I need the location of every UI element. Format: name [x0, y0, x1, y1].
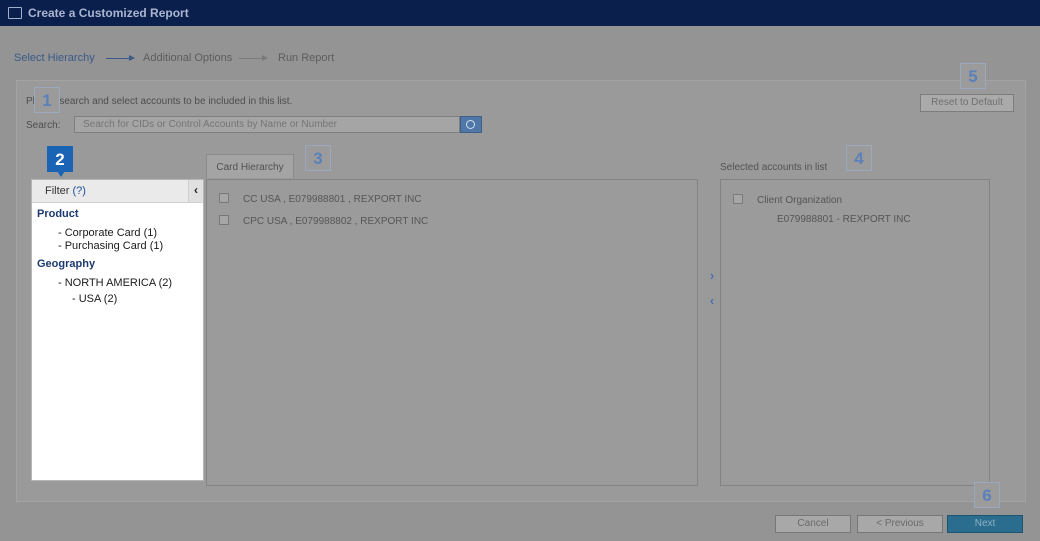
filter-panel: Filter (?) ‹ Product - Corporate Card (1… [31, 179, 204, 481]
hierarchy-row-label: CPC USA , E079988802 , REXPORT INC [243, 216, 429, 227]
row-checkbox[interactable] [219, 215, 229, 225]
selected-org-label: Client Organization [757, 195, 843, 206]
tab-card-hierarchy[interactable]: Card Hierarchy [206, 154, 294, 178]
facet-item-north-america[interactable]: - NORTH AMERICA (2) [58, 277, 172, 289]
add-to-list-button[interactable]: › [706, 269, 718, 283]
filter-title-text: Filter [45, 185, 70, 197]
hierarchy-row[interactable]: CPC USA , E079988802 , REXPORT INC [219, 215, 428, 229]
remove-from-list-button[interactable]: ‹ [706, 294, 718, 308]
step-select-hierarchy[interactable]: Select Hierarchy [14, 52, 95, 64]
hierarchy-row[interactable]: CC USA , E079988801 , REXPORT INC [219, 193, 422, 207]
collapse-filter-button[interactable]: ‹ [188, 180, 203, 202]
cancel-button[interactable]: Cancel [775, 515, 851, 533]
callout-badge-1: 1 [34, 87, 60, 113]
filter-title: Filter (?) [45, 185, 86, 197]
facet-title-product: Product [37, 208, 79, 220]
selected-accounts-list: Client Organization E079988801 - REXPORT… [720, 179, 990, 486]
filter-help-link[interactable]: (?) [73, 185, 86, 197]
row-checkbox[interactable] [219, 193, 229, 203]
facet-title-geography: Geography [37, 258, 96, 270]
window-titlebar: Create a Customized Report [0, 0, 1040, 26]
next-button[interactable]: Next [947, 515, 1023, 533]
selected-account-row[interactable]: E079988801 - REXPORT INC [777, 214, 911, 225]
step-arrow-icon [106, 55, 135, 61]
search-label: Search: [26, 120, 61, 131]
org-checkbox[interactable] [733, 194, 743, 204]
step-additional-options[interactable]: Additional Options [143, 52, 232, 64]
instructions-text: Please search and select accounts to be … [26, 96, 293, 107]
facet-item-corporate-card[interactable]: - Corporate Card (1) [58, 227, 157, 239]
facet-item-purchasing-card[interactable]: - Purchasing Card (1) [58, 240, 163, 252]
search-icon [466, 120, 475, 129]
filter-header: Filter (?) ‹ [32, 180, 203, 203]
card-hierarchy-list: CC USA , E079988801 , REXPORT INC CPC US… [206, 179, 698, 486]
step-arrow-icon [239, 55, 268, 61]
selected-accounts-label: Selected accounts in list [720, 162, 828, 173]
callout-badge-5: 5 [960, 63, 986, 89]
search-button[interactable] [460, 116, 482, 133]
report-icon [8, 7, 22, 19]
step-run-report[interactable]: Run Report [278, 52, 334, 64]
reset-to-default-button[interactable]: Reset to Default [920, 94, 1014, 112]
previous-button[interactable]: < Previous [857, 515, 943, 533]
hierarchy-row-label: CC USA , E079988801 , REXPORT INC [243, 194, 422, 205]
callout-badge-6: 6 [974, 482, 1000, 508]
callout-badge-3: 3 [305, 145, 331, 171]
selected-org-row[interactable]: Client Organization [733, 194, 842, 206]
window-title: Create a Customized Report [28, 6, 189, 20]
callout-badge-2: 2 [47, 146, 73, 177]
facet-item-usa[interactable]: - USA (2) [72, 293, 117, 305]
callout-badge-4: 4 [846, 145, 872, 171]
search-input[interactable] [74, 116, 460, 133]
